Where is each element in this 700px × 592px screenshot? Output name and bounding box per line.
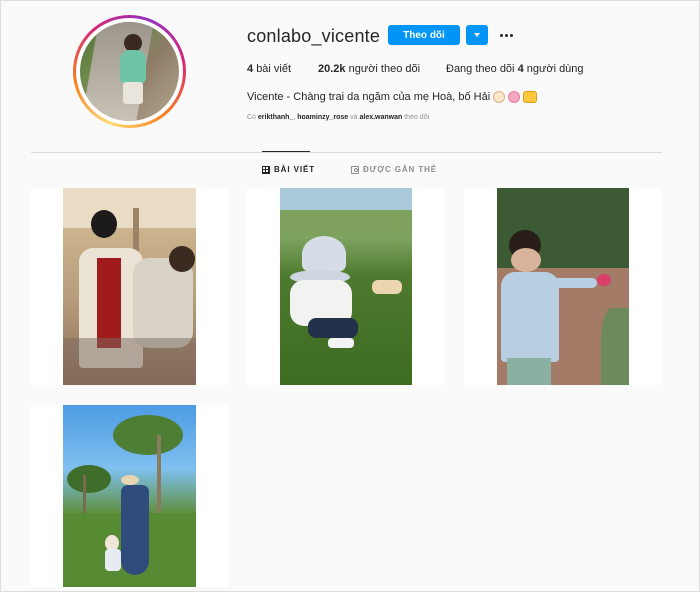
profile-bio: Vicente - Chàng trai da ngăm của mẹ Hoà,… [247, 91, 538, 103]
tabs-divider [31, 152, 662, 153]
more-options-button[interactable] [496, 25, 516, 45]
bio-text: Vicente - Chàng trai da ngăm của mẹ Hoà,… [247, 91, 491, 103]
tab-tagged[interactable]: ĐƯỢC GẮN THẺ [351, 165, 437, 174]
followed-by[interactable]: Có erikthanh_, hoaminzy_rose và alex.wan… [247, 114, 429, 121]
stat-posts: 4 bài viết [247, 63, 292, 75]
more-dot-icon [509, 33, 513, 37]
post-thumbnail[interactable] [464, 188, 661, 385]
post-image [63, 188, 196, 385]
profile-avatar[interactable] [73, 15, 186, 128]
pig-face-icon [508, 91, 521, 103]
chevron-down-icon [474, 33, 480, 37]
follow-button[interactable]: Theo dõi [388, 25, 460, 45]
more-dot-icon [499, 33, 503, 37]
stat-followers[interactable]: 20.2k người theo dõi [318, 63, 420, 75]
suggested-dropdown-button[interactable] [466, 25, 488, 45]
post-image [280, 188, 412, 385]
stat-following[interactable]: Đang theo dõi 4 người dùng [446, 63, 584, 75]
post-thumbnail[interactable] [247, 188, 444, 385]
tag-icon [351, 165, 359, 174]
post-thumbnail[interactable] [31, 405, 228, 587]
tab-posts[interactable]: BÀI VIẾT [262, 165, 315, 174]
profile-username: conlabo_vicente [247, 26, 381, 46]
avatar-photo [80, 22, 179, 121]
baby-face-icon [493, 91, 506, 103]
post-thumbnail[interactable] [31, 188, 228, 385]
post-image [497, 188, 629, 385]
family-icon [523, 91, 538, 103]
grid-icon [262, 165, 270, 174]
active-tab-indicator [262, 151, 310, 152]
post-image [63, 405, 196, 587]
more-dot-icon [504, 33, 508, 37]
